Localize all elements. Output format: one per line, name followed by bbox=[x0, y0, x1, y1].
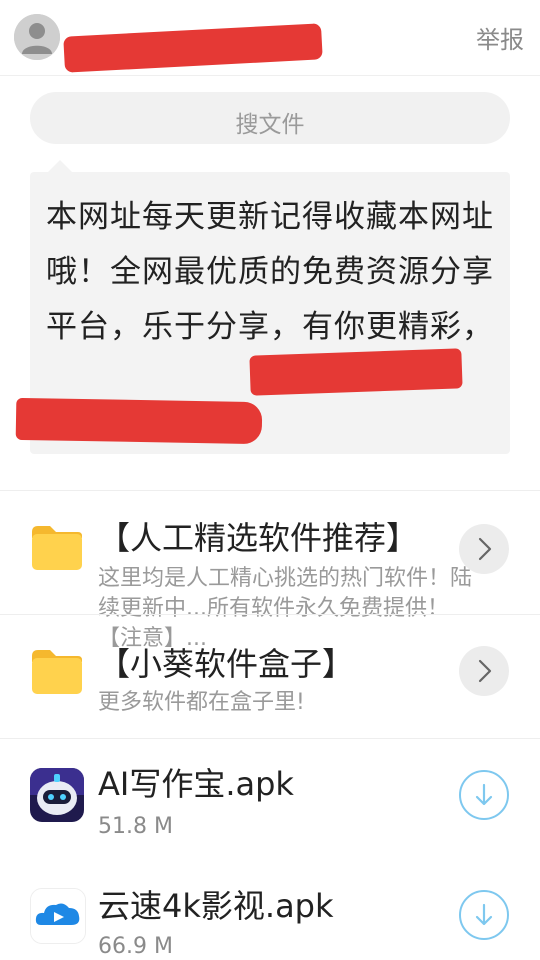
download-arrow-icon bbox=[475, 903, 493, 926]
robot-icon bbox=[30, 768, 84, 822]
file-name: 云速4k影视.apk bbox=[98, 887, 334, 925]
redacted-notice-link bbox=[249, 348, 463, 396]
list-item-folder[interactable]: 【小葵软件盒子】 更多软件都在盒子里! bbox=[0, 614, 540, 738]
open-folder-button[interactable] bbox=[459, 524, 509, 574]
search-input[interactable]: 搜文件 bbox=[30, 92, 510, 144]
search-placeholder: 搜文件 bbox=[235, 112, 305, 138]
list-item-file[interactable]: 云速4k影视.apk 66.9 M bbox=[0, 860, 540, 960]
open-folder-button[interactable] bbox=[459, 646, 509, 696]
file-name: 【小葵软件盒子】 bbox=[98, 645, 355, 683]
folder-icon bbox=[32, 650, 82, 694]
chevron-right-icon bbox=[478, 537, 492, 561]
list-item-folder[interactable]: 【人工精选软件推荐】 这里均是人工精心挑选的热门软件！陆续更新中...所有软件永… bbox=[0, 490, 540, 651]
download-button[interactable] bbox=[459, 890, 509, 940]
avatar[interactable] bbox=[14, 14, 60, 60]
file-description: 更多软件都在盒子里! bbox=[98, 690, 305, 715]
download-button[interactable] bbox=[459, 770, 509, 820]
file-name: AI写作宝.apk bbox=[98, 765, 294, 803]
user-icon bbox=[14, 14, 60, 60]
notice-text: 本网址每天更新记得收藏本网址哦！全网最优质的免费资源分享平台，乐于分享，有你更精… bbox=[46, 199, 494, 345]
file-name: 【人工精选软件推荐】 bbox=[98, 519, 419, 557]
file-size: 66.9 M bbox=[98, 934, 173, 959]
redacted-notice-link-2 bbox=[15, 397, 263, 445]
app-icon-robot bbox=[30, 768, 84, 822]
list-item-file[interactable]: AI写作宝.apk 51.8 M bbox=[0, 738, 540, 860]
folder-icon bbox=[32, 526, 82, 570]
report-button[interactable]: 举报 bbox=[476, 28, 524, 52]
app-icon-cloud bbox=[30, 888, 86, 944]
cloud-play-icon bbox=[31, 889, 85, 943]
download-arrow-icon bbox=[475, 783, 493, 806]
chevron-right-icon bbox=[478, 659, 492, 683]
header: 举报 bbox=[0, 0, 540, 76]
page: 举报 搜文件 本网址每天更新记得收藏本网址哦！全网最优质的免费资源分享平台，乐于… bbox=[0, 0, 540, 960]
redacted-username bbox=[63, 23, 323, 73]
file-size: 51.8 M bbox=[98, 814, 173, 839]
